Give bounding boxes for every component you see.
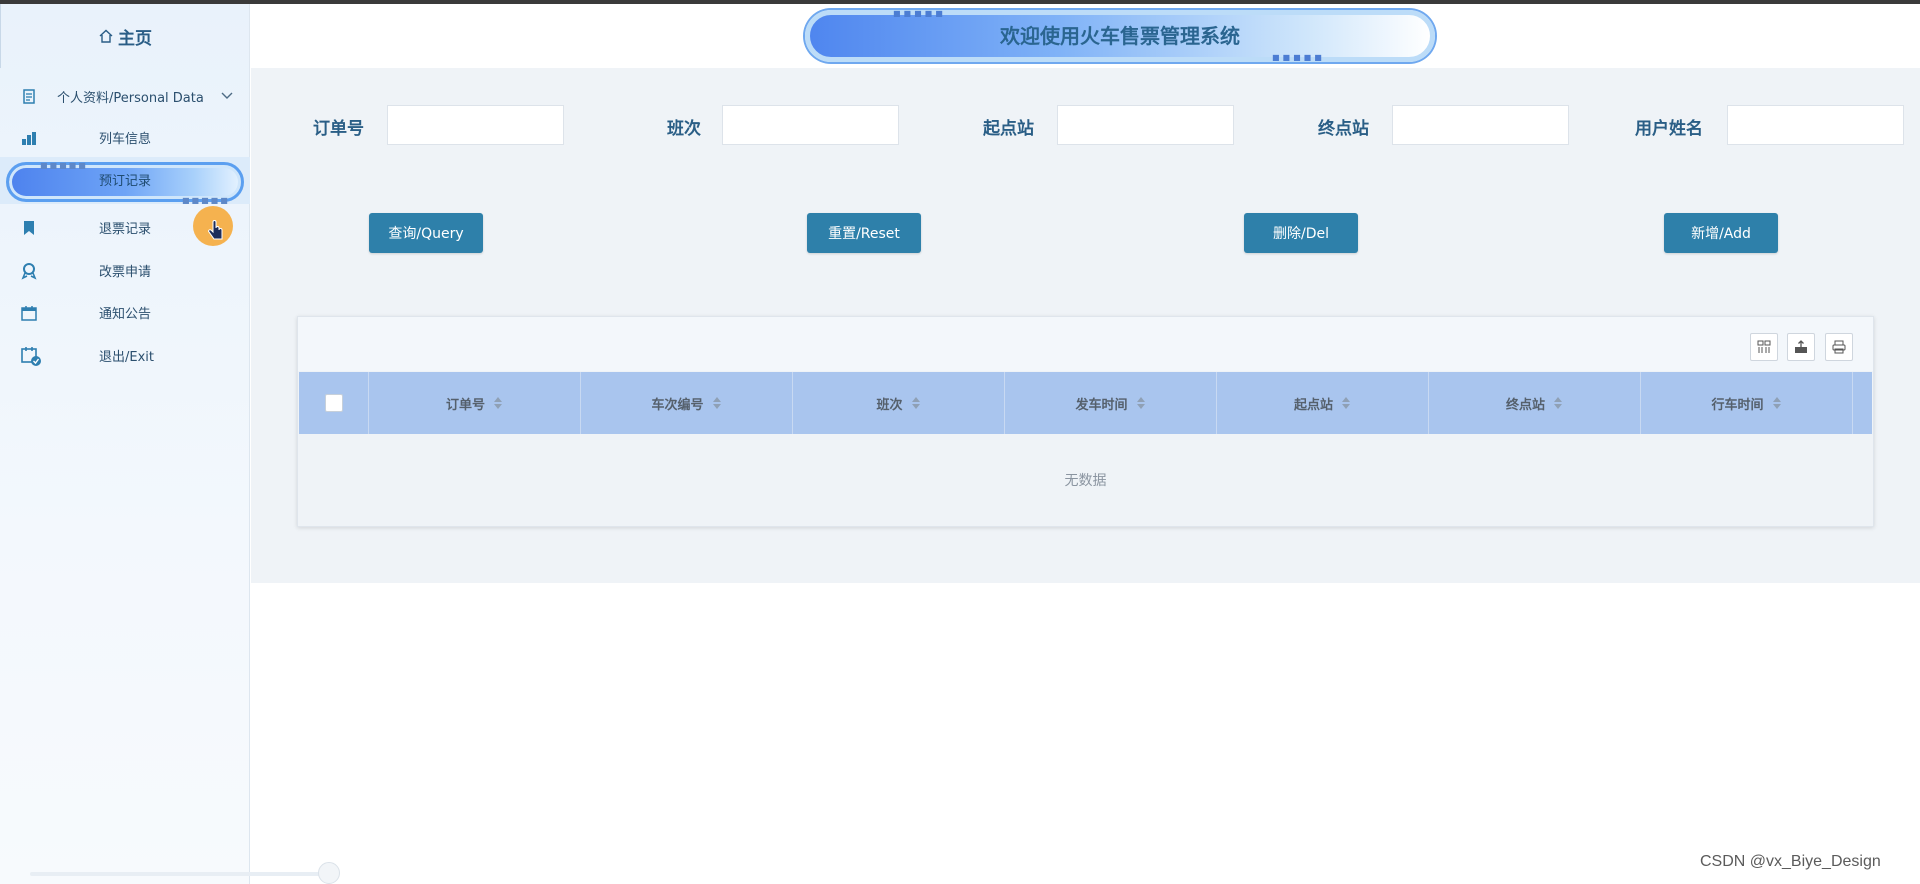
order-number-label: 订单号 (313, 119, 364, 139)
delete-button[interactable]: 删除/Del (1244, 213, 1358, 253)
sidebar-item-change-request[interactable]: 改票申请 (0, 250, 250, 290)
query-button[interactable]: 查询/Query (369, 213, 483, 253)
sort-icon[interactable] (493, 396, 503, 410)
sidebar-item-train-info[interactable]: 列车信息 (0, 117, 250, 157)
award-icon (21, 263, 37, 280)
column-header-overflow (1853, 372, 1872, 434)
shift-label: 班次 (667, 119, 701, 139)
export-button[interactable] (1787, 333, 1815, 361)
scrollbar-track[interactable] (30, 872, 330, 876)
sort-icon[interactable] (1553, 396, 1563, 410)
terminal-station-input[interactable] (1392, 105, 1569, 145)
calendar-icon (21, 306, 37, 321)
scrollbar-handle[interactable] (318, 862, 340, 884)
sidebar-home[interactable]: 主页 (0, 4, 249, 68)
sidebar-item-label: 个人资料/Personal Data (57, 90, 204, 106)
sort-icon[interactable] (1772, 396, 1782, 410)
chevron-down-icon[interactable] (220, 91, 234, 101)
sidebar-item-label: 退票记录 (99, 221, 152, 237)
sidebar-item-booking-records[interactable]: 预订记录 (0, 159, 250, 199)
sidebar-item-exit[interactable]: 退出/Exit (0, 335, 250, 375)
sidebar-item-label: 退出/Exit (99, 349, 154, 365)
sidebar-item-label: 通知公告 (99, 306, 152, 322)
watermark: CSDN @vx_Biye_Design (1700, 853, 1881, 870)
home-icon (99, 29, 113, 43)
user-name-label: 用户姓名 (1635, 119, 1703, 139)
departure-station-label: 起点站 (983, 119, 1034, 139)
print-icon (1832, 340, 1846, 354)
sidebar-item-notices[interactable]: 通知公告 (0, 292, 250, 332)
column-header-departure-time[interactable]: 发车时间 (1005, 372, 1217, 434)
column-header-travel-time[interactable]: 行车时间 (1641, 372, 1853, 434)
table-toolbar (298, 317, 1873, 371)
column-header-order-number[interactable]: 订单号 (369, 372, 581, 434)
sort-icon[interactable] (911, 396, 921, 410)
select-all-cell (299, 372, 369, 434)
print-button[interactable] (1825, 333, 1853, 361)
user-name-input[interactable] (1727, 105, 1904, 145)
sort-icon[interactable] (712, 396, 722, 410)
add-button[interactable]: 新增/Add (1664, 213, 1778, 253)
column-filter-button[interactable] (1750, 333, 1778, 361)
sidebar-item-label: 列车信息 (99, 131, 152, 147)
sort-icon[interactable] (1136, 396, 1146, 410)
grid-columns-icon (1757, 340, 1771, 353)
sort-icon[interactable] (1341, 396, 1351, 410)
bar-chart-icon (22, 132, 36, 145)
bookmark-icon (24, 221, 34, 235)
sidebar-item-label: 改票申请 (99, 264, 152, 280)
sidebar-item-personal-data[interactable]: 个人资料/Personal Data (0, 76, 250, 116)
column-header-shift[interactable]: 班次 (793, 372, 1005, 434)
hand-cursor-icon (208, 220, 223, 240)
document-icon (23, 89, 35, 104)
column-header-terminal-station[interactable]: 终点站 (1429, 372, 1641, 434)
export-icon (1795, 340, 1807, 353)
shift-input[interactable] (722, 105, 899, 145)
departure-station-input[interactable] (1057, 105, 1234, 145)
sidebar: 主页 个人资料/Personal Data 列车信息 ■■■■■ ■■■■■ 预… (0, 4, 250, 884)
table-panel: 订单号 车次编号 班次 发车时间 起点站 终点站 行车时间 无数据 (297, 316, 1874, 527)
page-title: 欢迎使用火车售票管理系统 (1000, 24, 1240, 48)
table-empty-state: 无数据 (1064, 473, 1107, 489)
column-header-train-number[interactable]: 车次编号 (581, 372, 793, 434)
column-header-departure-station[interactable]: 起点站 (1217, 372, 1429, 434)
table-header: 订单号 车次编号 班次 发车时间 起点站 终点站 行车时间 (299, 372, 1872, 434)
reset-button[interactable]: 重置/Reset (807, 213, 921, 253)
terminal-station-label: 终点站 (1318, 119, 1369, 139)
sidebar-item-label: 预订记录 (99, 173, 152, 189)
sidebar-home-label: 主页 (118, 28, 152, 49)
select-all-checkbox[interactable] (324, 394, 343, 412)
calendar-check-icon (21, 347, 41, 366)
order-number-input[interactable] (387, 105, 564, 145)
